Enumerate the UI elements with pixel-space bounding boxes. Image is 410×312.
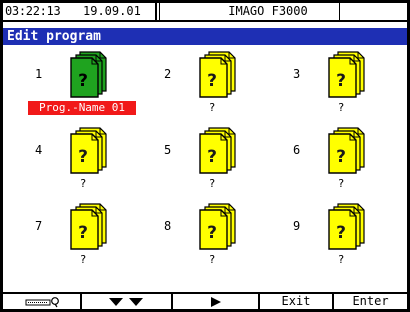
function-key-bar: Exit Enter [3, 292, 407, 309]
program-number: 6 [293, 143, 301, 157]
program-slot[interactable]: 4?? [11, 127, 139, 199]
program-number: 2 [164, 67, 172, 81]
svg-text:?: ? [78, 147, 88, 167]
program-file-icon: ? [324, 203, 368, 251]
page-down-button[interactable] [82, 294, 171, 309]
program-number: 1 [35, 67, 43, 81]
program-file-icon: ? [195, 203, 239, 251]
program-slot[interactable]: 3?? [269, 51, 397, 123]
svg-text:?: ? [336, 223, 346, 243]
svg-text:?: ? [207, 223, 217, 243]
svg-text:?: ? [78, 223, 88, 243]
program-file-icon: ? [195, 127, 239, 175]
double-down-arrow-icon [108, 298, 143, 306]
key-lock-icon [25, 297, 59, 308]
enter-button[interactable]: Enter [334, 294, 407, 309]
exit-button[interactable]: Exit [260, 294, 332, 309]
program-file-icon: ? [66, 203, 110, 251]
program-number: 9 [293, 219, 301, 233]
program-file-icon: ? [324, 127, 368, 175]
program-number: 5 [164, 143, 172, 157]
program-name-label: ? [79, 253, 87, 266]
program-name-label: ? [337, 101, 345, 114]
screen-frame: 03:22:13 19.09.01 IMAGO F3000 Edit progr… [0, 0, 410, 312]
status-bar: 03:22:13 19.09.01 IMAGO F3000 [3, 3, 407, 22]
svg-text:?: ? [336, 147, 346, 167]
svg-text:?: ? [207, 71, 217, 91]
program-slot[interactable]: 6?? [269, 127, 397, 199]
program-slot[interactable]: 5?? [140, 127, 268, 199]
clock-date: 19.09.01 [83, 4, 141, 18]
status-divider [159, 3, 160, 20]
program-name-label: Prog.-Name 01 [28, 101, 136, 115]
program-slot[interactable]: 7?? [11, 203, 139, 275]
program-number: 7 [35, 219, 43, 233]
program-file-icon: ? [195, 51, 239, 99]
program-number: 4 [35, 143, 43, 157]
program-number: 8 [164, 219, 172, 233]
status-divider [155, 3, 157, 20]
svg-text:?: ? [78, 71, 88, 91]
program-file-icon: ? [66, 51, 110, 99]
play-arrow-icon [210, 297, 221, 307]
clock-time: 03:22:13 [5, 4, 61, 18]
svg-text:?: ? [336, 71, 346, 91]
program-name-label: ? [208, 101, 216, 114]
title-bar: Edit program [3, 28, 407, 45]
f1-key-button[interactable] [3, 294, 80, 309]
program-number: 3 [293, 67, 301, 81]
program-slot[interactable]: 1? Prog.-Name 01 [11, 51, 139, 123]
program-name-label: ? [208, 177, 216, 190]
program-name-label: ? [337, 177, 345, 190]
page-title: Edit program [7, 29, 101, 44]
program-slot[interactable]: 9?? [269, 203, 397, 275]
program-name-label: ? [79, 177, 87, 190]
program-file-icon: ? [324, 51, 368, 99]
program-slot[interactable]: 2?? [140, 51, 268, 123]
program-name-label: ? [337, 253, 345, 266]
svg-text:?: ? [207, 147, 217, 167]
program-name-label: ? [208, 253, 216, 266]
status-divider [339, 3, 340, 20]
program-slot[interactable]: 8?? [140, 203, 268, 275]
program-file-icon: ? [66, 127, 110, 175]
play-button[interactable] [173, 294, 258, 309]
device-name: IMAGO F3000 [228, 4, 308, 18]
